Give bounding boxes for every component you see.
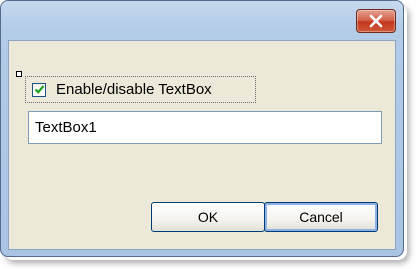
- cancel-button[interactable]: Cancel: [264, 202, 378, 232]
- title-bar[interactable]: [1, 1, 403, 35]
- checkmark-icon: [34, 85, 44, 94]
- enable-textbox-checkbox[interactable]: [32, 82, 46, 97]
- close-x-icon: [369, 14, 383, 28]
- textbox-input[interactable]: [28, 111, 382, 144]
- checkbox-label: Enable/disable TextBox: [56, 81, 212, 98]
- selection-handle[interactable]: [16, 71, 22, 77]
- enable-textbox-checkbox-row[interactable]: Enable/disable TextBox: [25, 76, 256, 103]
- close-button[interactable]: [356, 9, 396, 33]
- ok-button[interactable]: OK: [151, 202, 265, 232]
